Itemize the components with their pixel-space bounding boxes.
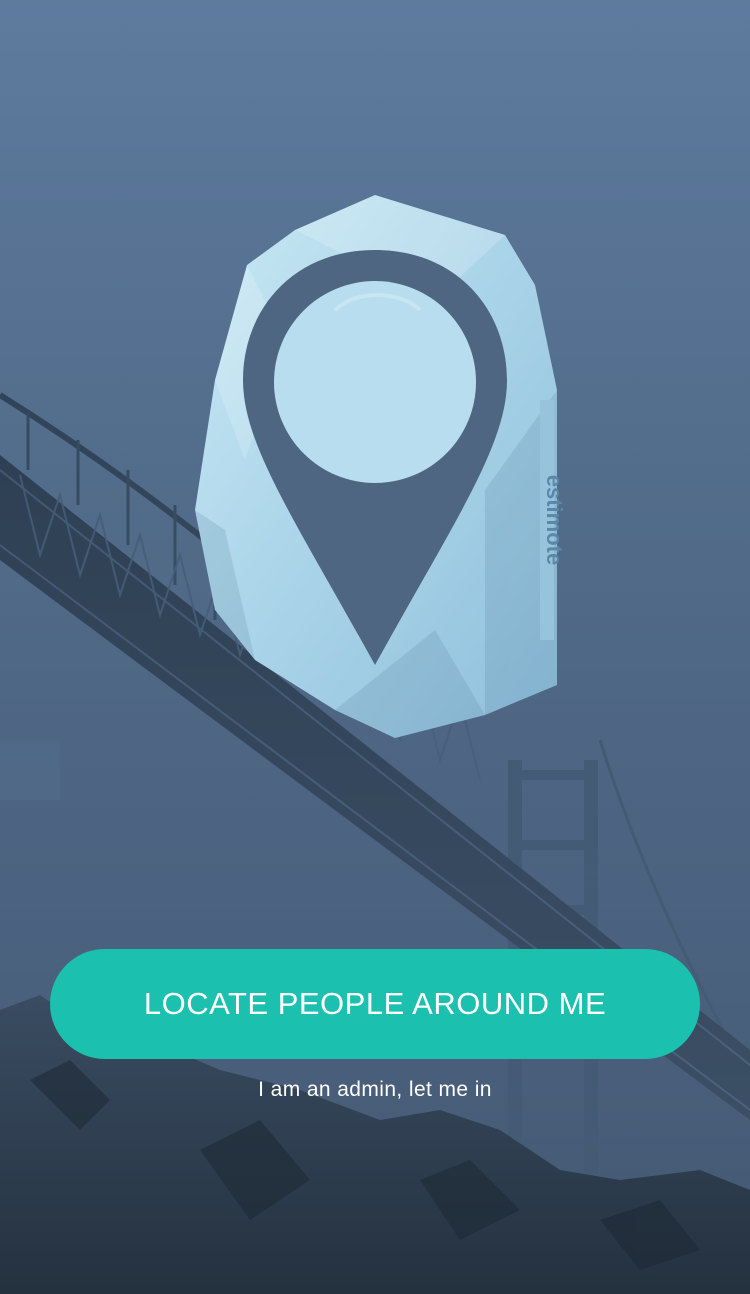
admin-login-link[interactable]: I am an admin, let me in (0, 1078, 750, 1102)
estimote-label: estimote (542, 475, 565, 565)
splash-screen: estimote LOCATE PEOPLE AROUND ME I am an… (0, 0, 750, 1294)
estimote-beacon-logo: estimote (195, 195, 565, 738)
locate-people-button[interactable]: LOCATE PEOPLE AROUND ME (50, 949, 700, 1059)
